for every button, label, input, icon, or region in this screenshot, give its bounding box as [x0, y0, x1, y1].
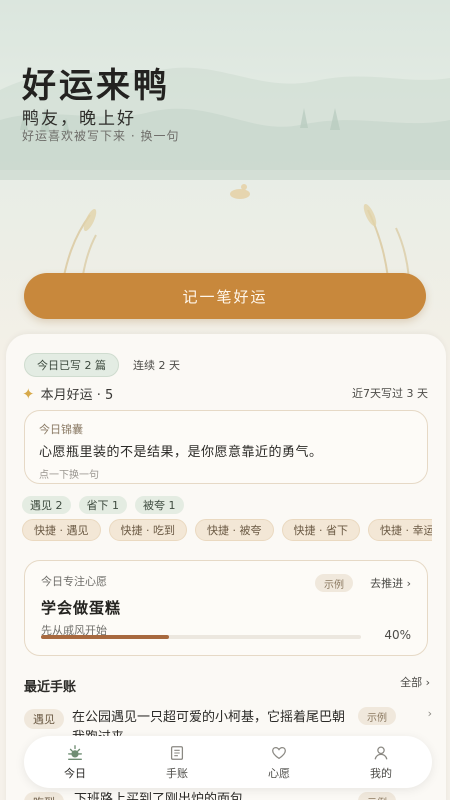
entry-tag: 吃到: [24, 792, 64, 800]
view-all-label: 全部: [400, 676, 423, 689]
tab-label: 今日: [64, 766, 86, 780]
demo-tag: 示例: [358, 707, 396, 725]
quick-action-chip[interactable]: 快捷 · 省下: [281, 519, 360, 541]
recent-section-title: 最近手账: [24, 680, 77, 695]
wish-progress-percent: 40%: [384, 628, 411, 642]
wish-label: 今日专注心愿: [41, 575, 107, 588]
push-forward-label: 去推进: [370, 577, 404, 590]
notebook-icon: [170, 745, 184, 760]
chevron-right-icon: ›: [427, 707, 432, 720]
sun-icon: [68, 744, 82, 760]
month-lucky-row: ✦ 本月好运 · 5: [22, 384, 114, 404]
week-stat-text: 近7天写过 3 天: [352, 387, 428, 400]
chevron-right-icon: ›: [425, 676, 430, 689]
wish-progress-bar: [41, 635, 361, 639]
wish-title: 学会做蛋糕: [41, 599, 122, 617]
subtitle-separator: ·: [126, 129, 141, 143]
sparkle-icon: ✦: [22, 384, 35, 403]
entry-tag: 遇见: [24, 709, 64, 729]
count-badge: 遇见 2: [22, 496, 71, 514]
streak-text: 连续 2 天: [133, 359, 180, 372]
tab-profile[interactable]: 我的: [346, 744, 416, 781]
person-icon: [374, 746, 388, 759]
chevron-right-icon: ›: [406, 577, 411, 590]
tab-label: 心愿: [268, 766, 290, 780]
count-badge: 被夸 1: [135, 496, 184, 514]
demo-tag: 示例: [315, 574, 353, 592]
demo-tag: 示例: [358, 792, 396, 800]
tab-journal[interactable]: 手账: [142, 744, 212, 781]
quick-action-chip[interactable]: 快捷 · 幸运: [368, 519, 432, 541]
bottom-tab-bar: 今日 手账 心愿 我的: [24, 736, 432, 788]
month-lucky-text: 本月好运 · 5: [40, 388, 114, 403]
subtitle-row: 好运喜欢被写下来 · 换一句: [22, 127, 179, 144]
swap-quote-link[interactable]: 换一句: [140, 129, 179, 143]
today-written-badge: 今日已写 2 篇: [24, 353, 119, 377]
journal-entry[interactable]: 吃到 下班路上买到了刚出炉的面包 示例: [24, 790, 434, 800]
tab-label: 我的: [370, 766, 392, 780]
tip-hint: 点一下换一句: [39, 470, 99, 481]
tab-label: 手账: [166, 766, 188, 780]
heart-icon: [272, 746, 286, 759]
daily-tip-card[interactable]: 今日锦囊 心愿瓶里装的不是结果，是你愿意靠近的勇气。 点一下换一句: [24, 410, 428, 484]
quick-action-chip[interactable]: 快捷 · 遇见: [22, 519, 101, 541]
focus-wish-card[interactable]: 今日专注心愿 示例 去推进 › 学会做蛋糕 先从戚风开始 40%: [24, 560, 428, 656]
push-forward-link[interactable]: 去推进 ›: [370, 575, 411, 591]
tab-wishes[interactable]: 心愿: [244, 744, 314, 781]
greeting-text: 鸭友，晚上好: [22, 109, 136, 129]
tip-label: 今日锦囊: [39, 423, 83, 436]
tab-today[interactable]: 今日: [40, 744, 110, 781]
app-title: 好运来鸭: [22, 66, 170, 106]
category-counts: 遇见 2 省下 1 被夸 1: [22, 496, 184, 514]
tip-text: 心愿瓶里装的不是结果，是你愿意靠近的勇气。: [39, 445, 323, 460]
quick-actions-row: 快捷 · 遇见 快捷 · 吃到 快捷 · 被夸 快捷 · 省下 快捷 · 幸运: [22, 519, 432, 541]
entry-text: 下班路上买到了刚出炉的面包: [74, 792, 244, 800]
record-luck-button[interactable]: 记一笔好运: [24, 273, 426, 319]
subtitle-text: 好运喜欢被写下来: [22, 129, 127, 143]
wish-progress-fill: [41, 635, 169, 639]
quick-action-chip[interactable]: 快捷 · 吃到: [108, 519, 187, 541]
count-badge: 省下 1: [78, 496, 127, 514]
quick-action-chip[interactable]: 快捷 · 被夸: [195, 519, 274, 541]
view-all-link[interactable]: 全部 ›: [400, 674, 430, 690]
